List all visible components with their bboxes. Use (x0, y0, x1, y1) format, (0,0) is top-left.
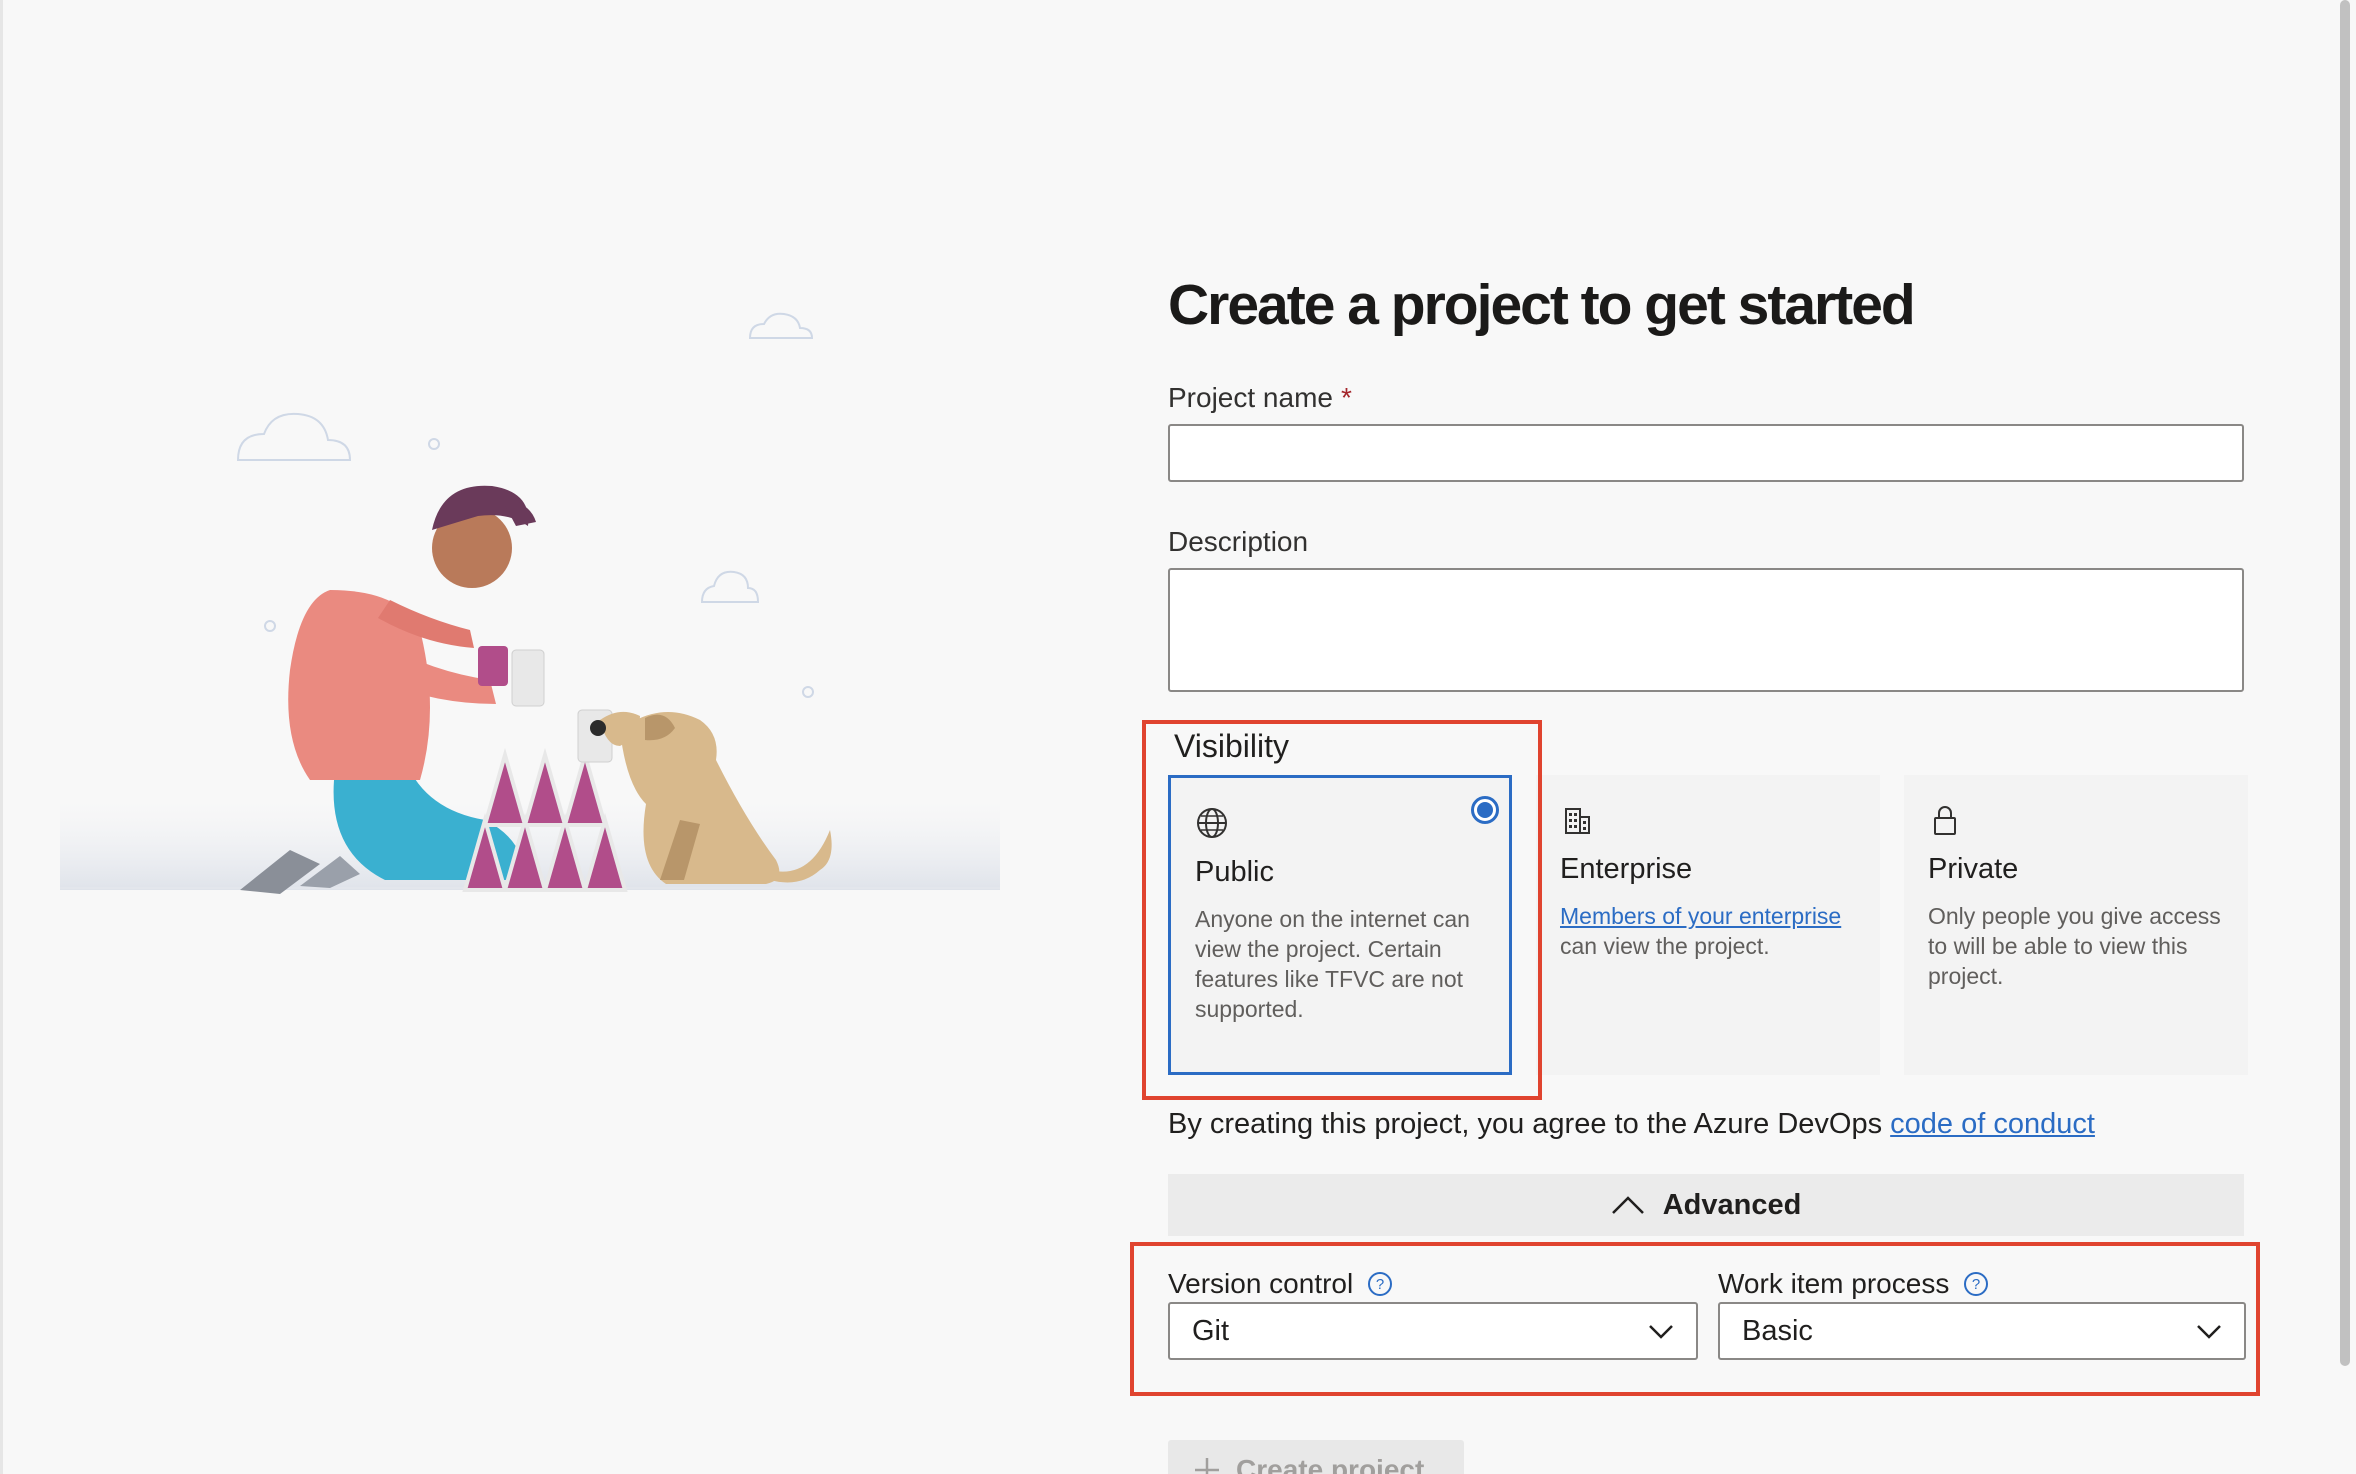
visibility-highlight-box (1142, 720, 1542, 1100)
scrollbar-thumb[interactable] (2340, 0, 2350, 1366)
chevron-up-icon (1611, 1196, 1644, 1214)
left-edge-divider (0, 0, 3, 1474)
members-of-enterprise-link[interactable]: Members of your enterprise (1560, 903, 1841, 929)
building-icon (1565, 808, 1590, 834)
create-project-page: Create a project to get started Project … (0, 0, 2356, 1474)
visibility-option-enterprise[interactable]: Enterprise Members of your enterprise ca… (1536, 775, 1880, 1075)
agreement-text: By creating this project, you agree to t… (1168, 1108, 2095, 1141)
enterprise-description: Members of your enterprise can view the … (1560, 901, 1860, 961)
description-label: Description (1168, 526, 1309, 557)
private-title: Private (1928, 853, 2019, 885)
project-name-label-text: Project name (1168, 382, 1333, 413)
plus-icon (1195, 1458, 1219, 1474)
advanced-fields-highlight-box (1130, 1242, 2260, 1396)
project-name-label: Project name * (1168, 382, 1352, 414)
private-description: Only people you give access to will be a… (1928, 903, 2221, 989)
lock-icon (1934, 806, 1956, 835)
required-marker: * (1340, 382, 1352, 413)
person-and-dog-illustration (60, 312, 1000, 894)
create-project-button[interactable]: Create project (1168, 1440, 1464, 1474)
code-of-conduct-link[interactable]: code of conduct (1890, 1108, 2095, 1140)
agreement-prefix: By creating this project, you agree to t… (1168, 1108, 1891, 1140)
create-project-label: Create project (1236, 1454, 1425, 1474)
project-name-input[interactable] (1168, 424, 2244, 482)
enterprise-title: Enterprise (1560, 853, 1693, 885)
visibility-option-private[interactable]: Private Only people you give access to w… (1904, 775, 2248, 1075)
advanced-toggle[interactable]: Advanced (1168, 1174, 2244, 1236)
page-title: Create a project to get started (1168, 273, 1916, 337)
advanced-label: Advanced (1662, 1188, 1802, 1221)
enterprise-description-suffix: can view the project. (1560, 933, 1770, 959)
description-input[interactable] (1168, 568, 2244, 692)
